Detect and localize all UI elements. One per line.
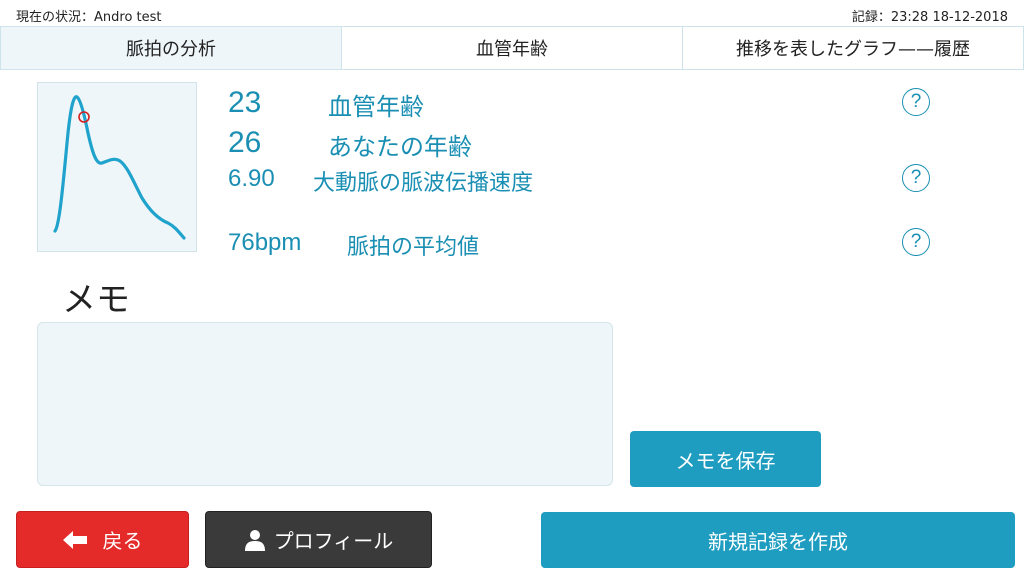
tab-history-graph[interactable]: 推移を表したグラフ——履歴 — [682, 26, 1024, 70]
pulse-waveform-graph — [37, 82, 197, 252]
back-label: 戻る — [102, 529, 143, 553]
profile-label: プロフィール — [273, 529, 394, 553]
your-age-label: あなたの年齢 — [328, 134, 472, 161]
vascular-age-label: 血管年齢 — [328, 94, 424, 121]
status-bar: 現在の状況：Andro test 記録：23:28 18-12-2018 — [0, 0, 1024, 26]
new-record-button[interactable]: 新規記録を作成 — [541, 512, 1015, 568]
record-timestamp: 記録：23:28 18-12-2018 — [851, 10, 1008, 25]
new-record-label: 新規記録を作成 — [708, 529, 848, 554]
memo-title: メモ — [62, 281, 130, 319]
pwv-help-icon[interactable]: ? — [902, 164, 930, 192]
your-age-value: 26 — [228, 126, 262, 159]
user-icon — [244, 529, 266, 551]
pwv-value: 6.90 — [228, 165, 275, 192]
vascular-age-help-icon[interactable]: ? — [902, 88, 930, 116]
current-status-text: 現在の状況：Andro test — [16, 10, 162, 25]
arrow-left-icon — [62, 530, 89, 549]
save-memo-label: メモを保存 — [675, 448, 776, 473]
memo-input[interactable] — [37, 322, 613, 486]
vascular-age-value: 23 — [228, 86, 262, 119]
pulse-waveform-svg — [53, 95, 186, 240]
pulse-average-value: 76bpm — [228, 229, 302, 256]
save-memo-button[interactable]: メモを保存 — [630, 431, 821, 487]
pulse-waveform-line — [53, 95, 186, 240]
back-button[interactable]: 戻る — [16, 511, 189, 568]
pwv-label: 大動脈の脈波伝播速度 — [313, 170, 534, 195]
pulse-average-label: 脈拍の平均値 — [347, 234, 480, 259]
tab-pulse-analysis[interactable]: 脈拍の分析 — [0, 26, 341, 70]
profile-button[interactable]: プロフィール — [205, 511, 432, 568]
pulse-help-icon[interactable]: ? — [902, 228, 930, 256]
tab-vascular-age[interactable]: 血管年齢 — [341, 26, 682, 70]
app-screen: 現在の状況：Andro test 記録：23:28 18-12-2018 脈拍の… — [0, 0, 1024, 576]
tab-bar: 脈拍の分析 血管年齢 推移を表したグラフ——履歴 — [0, 26, 1024, 70]
